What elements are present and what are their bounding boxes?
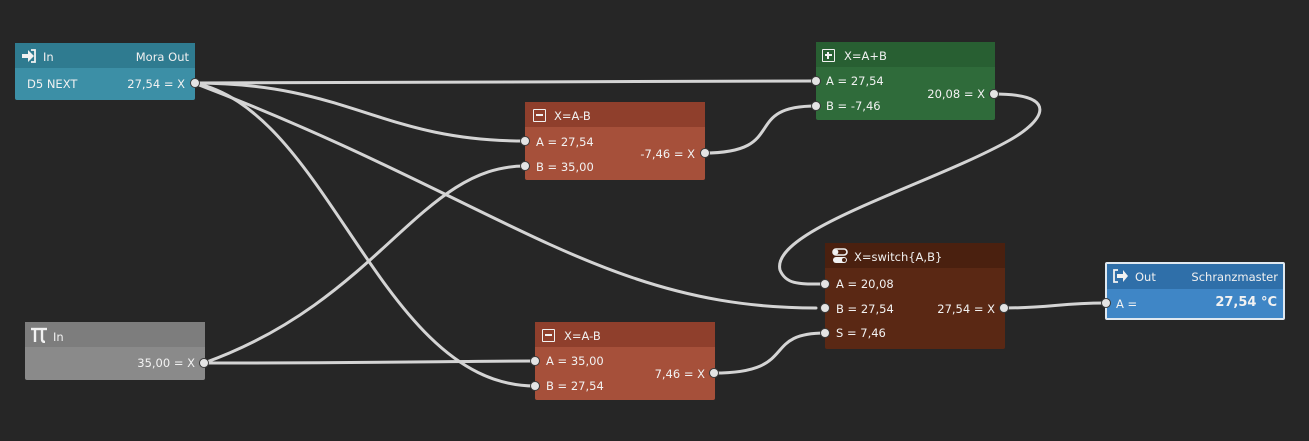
- output-port[interactable]: [999, 303, 1009, 313]
- wire-in-to-switch-b: [192, 81, 818, 310]
- result-label: 7,46 = X: [654, 367, 705, 381]
- node-header: In Mora Out: [15, 43, 195, 68]
- node-title: X=A-B: [564, 329, 601, 343]
- toggle-icon: [832, 248, 848, 263]
- result-label: 20,08 = X: [927, 87, 985, 101]
- node-header: Out Schranzmaster: [1107, 264, 1283, 289]
- input-port-s[interactable]: [820, 328, 830, 338]
- output-port[interactable]: [989, 89, 999, 99]
- node-title: X=A+B: [844, 49, 887, 63]
- output-port[interactable]: [709, 368, 719, 378]
- input-b-label: B = 27,54: [546, 379, 604, 393]
- input-a-label: A = 27,54: [536, 135, 594, 149]
- output-port[interactable]: [700, 148, 710, 158]
- input-port-a[interactable]: [1101, 298, 1111, 308]
- node-target: Schranzmaster: [1191, 270, 1278, 284]
- input-b-label: B = 27,54: [836, 302, 894, 316]
- minus-box-icon: [542, 329, 555, 342]
- node-body: 35,00 = X: [25, 347, 205, 380]
- input-node-d5-next[interactable]: In Mora Out D5 NEXT 27,54 = X: [15, 43, 200, 100]
- pi-icon: [31, 327, 47, 343]
- minus-box-icon: [533, 109, 546, 122]
- node-title: In: [53, 330, 64, 344]
- wire-const-to-sub1-b: [202, 164, 527, 365]
- input-a-label: A = 35,00: [546, 354, 604, 368]
- input-a-label: A = 27,54: [826, 74, 884, 88]
- input-b-label: B = -7,46: [826, 99, 881, 113]
- node-header: X=A-B: [535, 322, 715, 347]
- output-value: 27,54 = X: [127, 77, 185, 91]
- plus-box-icon: [822, 49, 835, 62]
- add-node[interactable]: X=A+B A = 27,54 B = -7,46 20,08 = X: [811, 42, 999, 120]
- subtract-node-1[interactable]: X=A-B A = 27,54 B = 35,00 -7,46 = X: [520, 102, 710, 180]
- input-a-label: A = 20,08: [836, 277, 894, 291]
- output-port[interactable]: [190, 78, 200, 88]
- constant-input-node[interactable]: In 35,00 = X: [25, 322, 209, 380]
- wire-const-to-sub2-a: [202, 359, 537, 365]
- node-body: D5 NEXT 27,54 = X: [15, 68, 195, 100]
- node-body: A = 27,54 B = -7,46 20,08 = X: [816, 67, 995, 120]
- node-body: A = 35,00 B = 27,54 7,46 = X: [535, 347, 715, 400]
- output-value: 27,54 °C: [1215, 295, 1277, 310]
- input-port-b[interactable]: [820, 303, 830, 313]
- output-value: 35,00 = X: [137, 356, 195, 370]
- input-s-label: S = 7,46: [836, 326, 886, 340]
- input-port-b[interactable]: [530, 381, 540, 391]
- output-node-schranzmaster[interactable]: Out Schranzmaster A = 27,54 °C: [1101, 262, 1285, 320]
- node-target: Mora Out: [135, 50, 189, 64]
- node-header: X=A+B: [816, 42, 995, 67]
- output-port[interactable]: [199, 358, 209, 368]
- wire-switch-to-out: [1002, 301, 1107, 310]
- input-port-a[interactable]: [520, 136, 530, 146]
- input-port-b[interactable]: [811, 101, 821, 111]
- result-label: 27,54 = X: [937, 302, 995, 316]
- node-title: X=A-B: [554, 109, 591, 123]
- node-body: A = 27,54 B = 35,00 -7,46 = X: [525, 127, 705, 180]
- result-label: -7,46 = X: [640, 147, 695, 161]
- input-port-a[interactable]: [811, 76, 821, 86]
- node-title: In: [43, 50, 54, 64]
- wire-in-to-sub2-b: [192, 81, 537, 388]
- input-port-a[interactable]: [530, 356, 540, 366]
- switch-node[interactable]: X=switch{A,B} A = 20,08 B = 27,54 S = 7,…: [820, 243, 1009, 349]
- wire-sub1-to-add-b: [702, 104, 818, 155]
- wire-sub2-to-switch-s: [712, 331, 827, 375]
- input-port-b[interactable]: [520, 161, 530, 171]
- node-header: In: [25, 322, 205, 347]
- node-body: A = 27,54 °C: [1107, 289, 1283, 318]
- input-port-a[interactable]: [820, 279, 830, 289]
- node-title: Out: [1135, 270, 1156, 284]
- node-editor-canvas[interactable]: In Mora Out D5 NEXT 27,54 = X X=A-B A = …: [0, 0, 1309, 441]
- node-body: A = 20,08 B = 27,54 S = 7,46 27,54 = X: [825, 268, 1005, 349]
- sign-in-icon: [22, 49, 36, 63]
- wire-in-to-sub1-a: [192, 81, 527, 143]
- node-header: X=switch{A,B}: [825, 243, 1005, 268]
- source-label: D5 NEXT: [27, 77, 78, 91]
- node-header: X=A-B: [525, 102, 705, 127]
- sign-out-icon: [1113, 269, 1128, 283]
- input-a-label: A =: [1116, 297, 1138, 311]
- node-title: X=switch{A,B}: [854, 250, 943, 264]
- wire-in-to-add-a: [192, 79, 818, 85]
- subtract-node-2[interactable]: X=A-B A = 35,00 B = 27,54 7,46 = X: [530, 322, 719, 400]
- input-b-label: B = 35,00: [536, 160, 594, 174]
